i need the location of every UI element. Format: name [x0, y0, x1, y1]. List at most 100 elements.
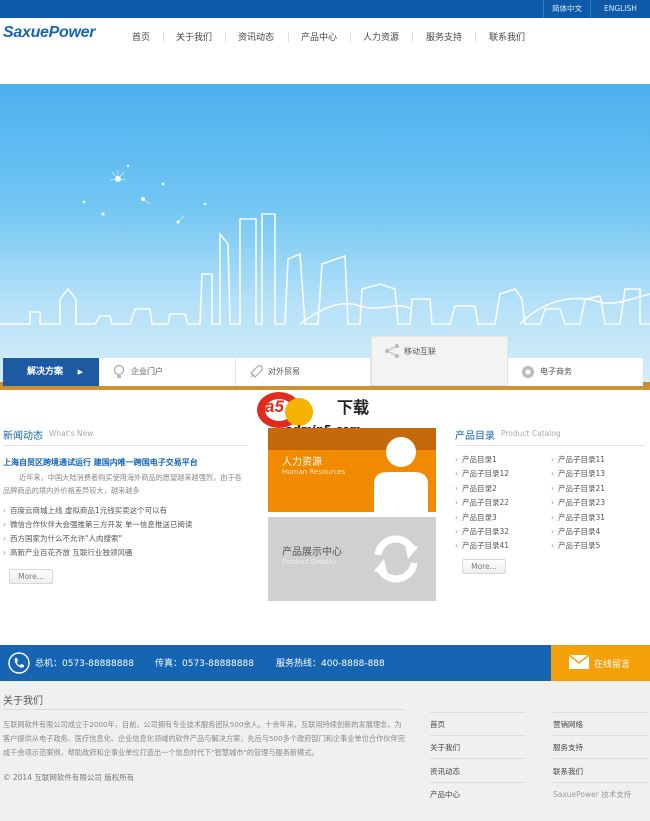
- divider: [430, 758, 526, 759]
- solution-item-label: 移动互联: [404, 347, 436, 356]
- nav-home[interactable]: 首页: [132, 30, 150, 43]
- header: [0, 18, 650, 84]
- divider: [553, 758, 648, 759]
- footer-link-contact[interactable]: 联系我们: [553, 766, 583, 777]
- catalog-item[interactable]: 产品子目录41: [455, 539, 509, 553]
- catalog-item[interactable]: 产品子目录5: [551, 539, 605, 553]
- footer-copyright: © 2014 互联网软件有限公司 版权所有: [3, 773, 135, 782]
- catalog-item[interactable]: 产品目录3: [455, 511, 509, 525]
- product-tile-subtitle: Product Display: [282, 558, 337, 566]
- news-section-title: 新闻动态: [3, 431, 43, 442]
- nav-hr[interactable]: 人力资源: [363, 30, 399, 43]
- a5-download-text: 下载: [337, 398, 370, 417]
- nav-divider: [350, 32, 351, 42]
- product-display-tile[interactable]: 产品展示中心 Product Display: [268, 517, 436, 601]
- catalog-item[interactable]: 产品子目录32: [455, 525, 509, 539]
- lang-english-link[interactable]: ENGLISH: [596, 0, 645, 18]
- divider: [553, 735, 648, 736]
- person-icon: [374, 437, 428, 512]
- news-list-item[interactable]: 百度云商城上线 虚拟商品1元钱买卖这个可以有: [3, 504, 248, 518]
- solutions-tab-label: 解决方案: [27, 367, 64, 377]
- arrow-right-icon: ▶: [77, 368, 83, 376]
- solutions-tab[interactable]: 解决方案 ▶: [3, 358, 99, 386]
- solution-item-ecommerce[interactable]: 电子商务: [508, 358, 643, 386]
- footer-about-title: 关于我们: [3, 696, 43, 707]
- catalog-item[interactable]: 产品子目录21: [551, 482, 605, 496]
- divider: [430, 735, 526, 736]
- news-list-item[interactable]: 微信合作伙伴大会强推第三方开发 单一信息推送已阅读: [3, 518, 248, 532]
- news-list-item[interactable]: 高新产业百花齐放 互联行业独领风骚: [3, 546, 248, 560]
- catalog-item[interactable]: 产品子目录11: [551, 453, 605, 467]
- refresh-icon: [374, 535, 418, 583]
- catalog-more-button[interactable]: More...: [462, 559, 506, 574]
- catalog-title: 产品目录: [455, 431, 495, 442]
- nav-news[interactable]: 资讯动态: [238, 30, 274, 43]
- footer-about-text: 互联网软件有限公司成立于2000年，目前，公司拥有专业技术服务团队500余人。十…: [3, 720, 405, 757]
- hr-tile-title: 人力资源: [282, 457, 322, 468]
- a5-brand: a5: [265, 397, 284, 416]
- divider: [430, 782, 526, 783]
- catalog-list-left: 产品目录1 产品子目录12 产品目录2 产品子目录22 产品目录3 产品子目录3…: [455, 453, 509, 554]
- solution-item-portal[interactable]: 企业门户: [99, 358, 236, 386]
- hr-tile-subtitle: Human Resources: [282, 468, 346, 476]
- news-list: 百度云商城上线 虚拟商品1元钱买卖这个可以有 微信合作伙伴大会强推第三方开发 单…: [3, 504, 248, 560]
- footer-link-marketing[interactable]: 营销网络: [553, 719, 583, 730]
- catalog-list-right: 产品子目录11 产品子目录13 产品子目录21 产品子目录23 产品子目录31 …: [551, 453, 605, 554]
- contact-hotline: 服务热线：400-8888-888: [276, 659, 385, 669]
- hr-tile[interactable]: 人力资源 Human Resources: [268, 428, 436, 512]
- footer-link-service[interactable]: 服务支持: [553, 742, 583, 753]
- nav-divider: [412, 32, 413, 42]
- divider: [3, 445, 248, 446]
- footer-link-news[interactable]: 资讯动态: [430, 766, 460, 777]
- aperture-icon: [522, 366, 534, 378]
- solution-item-label: 企业门户: [131, 367, 163, 376]
- catalog-item[interactable]: 产品子目录31: [551, 511, 605, 525]
- contact-phone: 总机：0573-88888888: [35, 659, 134, 669]
- news-list-item[interactable]: 西方国家为什么不允许"人肉搜索": [3, 532, 248, 546]
- rocket-icon: [250, 365, 263, 378]
- divider: [553, 782, 648, 783]
- footer-tech-support[interactable]: SaxuePower 技术支持: [553, 789, 631, 800]
- share-icon: [385, 344, 399, 358]
- catalog-item[interactable]: 产品目录1: [455, 453, 509, 467]
- nav-divider: [475, 32, 476, 42]
- nav-about[interactable]: 关于我们: [176, 30, 212, 43]
- solution-item-label: 电子商务: [540, 367, 572, 376]
- nav-divider: [163, 32, 164, 42]
- phone-icon: [8, 652, 30, 674]
- footer-link-products[interactable]: 产品中心: [430, 789, 460, 800]
- catalog-item[interactable]: 产品子目录4: [551, 525, 605, 539]
- hero-banner: [0, 84, 650, 390]
- news-headline[interactable]: 上海自贸区跨境通试运行 建国内唯一跨国电子交易平台: [3, 457, 198, 468]
- footer-link-about[interactable]: 关于我们: [430, 742, 460, 753]
- online-message-label: 在线留言: [594, 660, 631, 670]
- nav-products[interactable]: 产品中心: [301, 30, 337, 43]
- catalog-item[interactable]: 产品子目录13: [551, 467, 605, 481]
- news-section-subtitle: What's New: [49, 429, 94, 438]
- nav-contact[interactable]: 联系我们: [489, 30, 525, 43]
- catalog-item[interactable]: 产品子目录23: [551, 496, 605, 510]
- contact-fax: 传真：0573-88888888: [155, 659, 254, 669]
- solution-item-mobile[interactable]: 移动互联: [371, 336, 508, 386]
- lang-chinese-link[interactable]: 简体中文: [543, 0, 591, 18]
- catalog-item[interactable]: 产品子目录12: [455, 467, 509, 481]
- site-logo[interactable]: SaxuePower: [3, 24, 95, 42]
- nav-divider: [225, 32, 226, 42]
- nav-service[interactable]: 服务支持: [426, 30, 462, 43]
- catalog-item[interactable]: 产品子目录22: [455, 496, 509, 510]
- news-summary: 近年来，中国大陆消费者购买使用海外商品的愿望越来越强烈，由于各品牌商品的境内外价…: [3, 473, 242, 495]
- nav-divider: [288, 32, 289, 42]
- news-more-button[interactable]: More...: [9, 569, 53, 584]
- divider: [553, 712, 648, 713]
- footer-link-home[interactable]: 首页: [430, 719, 445, 730]
- solution-item-trade[interactable]: 对外贸易: [236, 358, 371, 386]
- bulb-icon: [113, 364, 125, 378]
- city-skyline-illustration: [0, 164, 650, 325]
- product-tile-title: 产品展示中心: [282, 547, 342, 558]
- divider: [3, 709, 405, 710]
- envelope-icon: [569, 655, 589, 669]
- online-message-button[interactable]: 在线留言: [551, 645, 650, 681]
- divider: [430, 712, 526, 713]
- solution-item-label: 对外贸易: [268, 367, 300, 376]
- catalog-item[interactable]: 产品目录2: [455, 482, 509, 496]
